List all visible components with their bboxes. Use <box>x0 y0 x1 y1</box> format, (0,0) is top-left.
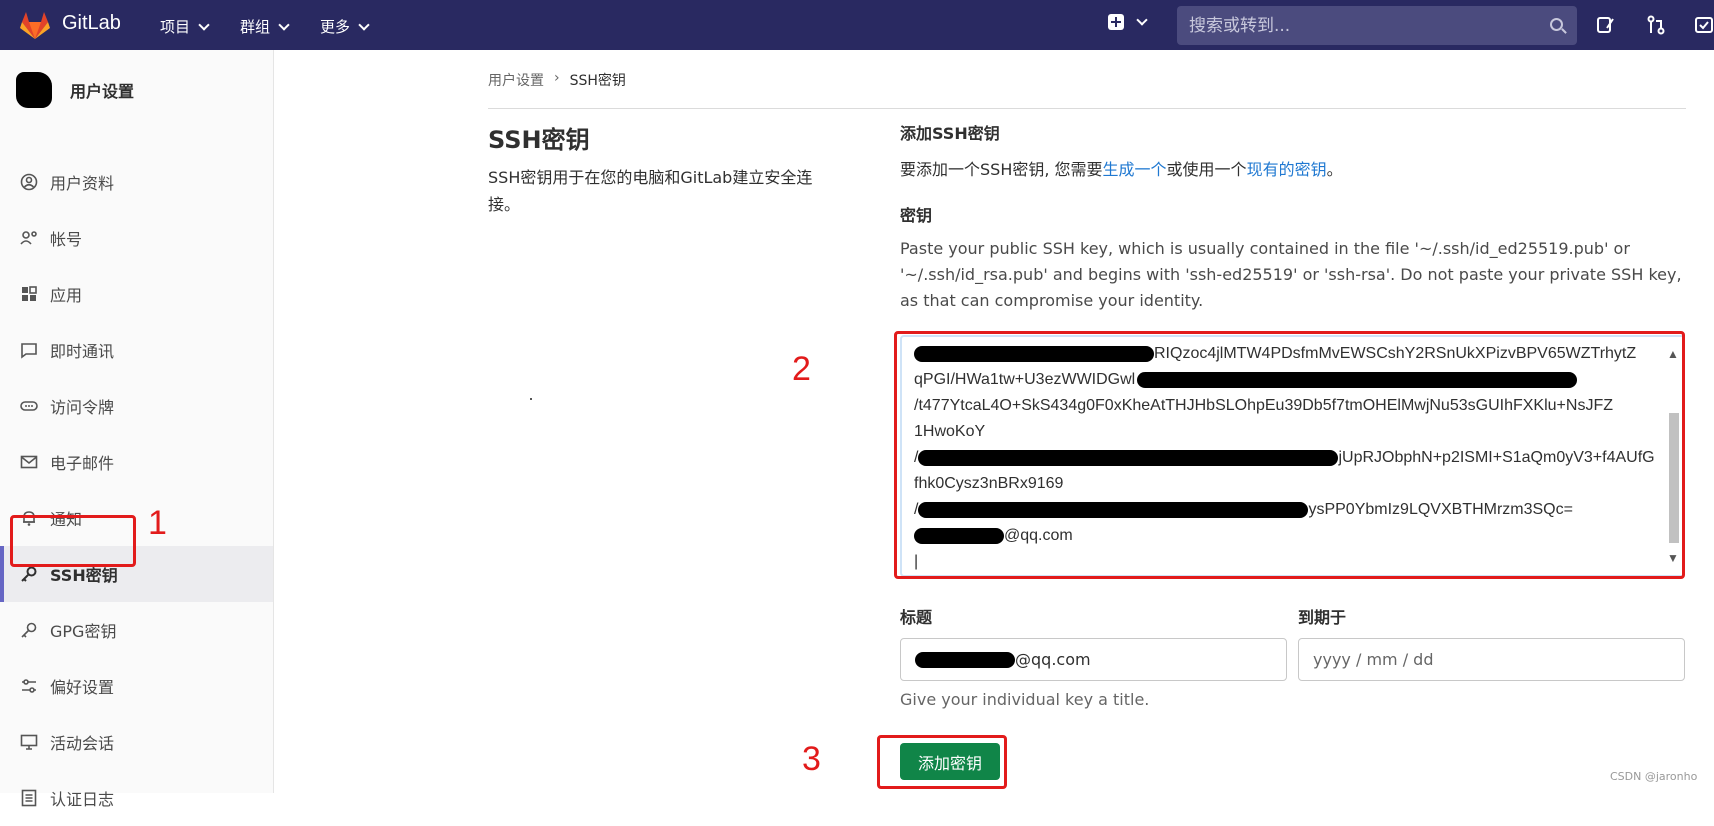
email-icon <box>20 455 38 469</box>
issues-icon[interactable] <box>1596 15 1616 35</box>
sidebar-item-emails[interactable]: 电子邮件 <box>0 434 273 490</box>
settings-sidebar: 用户设置 用户资料 帐号 应用 即时通讯 访问令牌 电子邮件 通知 SSH密钥 … <box>0 50 274 809</box>
chat-icon <box>21 343 37 359</box>
menu-more-label: 更多 <box>320 18 351 36</box>
sidebar-header[interactable]: 用户设置 <box>16 72 134 108</box>
sessions-icon <box>20 734 38 750</box>
chevron-down-icon <box>278 18 290 31</box>
menu-projects-label: 项目 <box>160 18 191 36</box>
annotation-box-1 <box>10 515 136 567</box>
sidebar-title: 用户设置 <box>70 82 135 101</box>
plus-icon <box>1108 14 1124 30</box>
expires-label: 到期于 <box>1298 608 1347 627</box>
annotation-box-3 <box>877 735 1007 789</box>
brand-name[interactable]: GitLab <box>62 12 121 35</box>
key-icon <box>21 566 37 582</box>
key-icon <box>21 622 37 638</box>
page-title: SSH密钥 <box>488 126 590 154</box>
title-field[interactable]: @qq.com <box>900 638 1287 681</box>
applications-icon <box>22 286 37 301</box>
add-key-desc-suffix: 。 <box>1326 160 1343 179</box>
sidebar-item-label: 访问令牌 <box>50 398 115 417</box>
sidebar-item-label: GPG密钥 <box>50 622 117 641</box>
search-icon[interactable] <box>1550 18 1563 31</box>
divider <box>488 108 1686 109</box>
breadcrumb-separator-icon: › <box>554 70 560 86</box>
search-box[interactable] <box>1177 6 1577 45</box>
annotation-number-2: 2 <box>792 350 811 388</box>
sidebar-item-label: 活动会话 <box>50 734 115 753</box>
sidebar-item-active-sessions[interactable]: 活动会话 <box>0 714 273 770</box>
search-input[interactable] <box>1189 15 1529 36</box>
generate-key-link[interactable]: 生成一个 <box>1103 160 1167 179</box>
annotation-number-3: 3 <box>802 740 821 778</box>
title-label: 标题 <box>900 608 933 627</box>
log-icon <box>21 789 37 807</box>
add-key-desc-prefix: 要添加一个SSH密钥, 您需要 <box>900 160 1103 179</box>
redacted-block <box>915 651 1015 668</box>
sidebar-item-label: 应用 <box>50 286 83 305</box>
sidebar-item-access-tokens[interactable]: 访问令牌 <box>0 378 273 434</box>
sidebar-item-account[interactable]: 帐号 <box>0 210 273 266</box>
page-description: SSH密钥用于在您的电脑和GitLab建立安全连接。 <box>488 168 813 214</box>
token-icon <box>20 401 38 411</box>
key-help-text: Paste your public SSH key, which is usua… <box>900 239 1682 310</box>
avatar <box>16 72 52 108</box>
sidebar-item-applications[interactable]: 应用 <box>0 266 273 322</box>
annotation-number-1: 1 <box>148 504 167 542</box>
sidebar-item-label: 即时通讯 <box>50 342 115 361</box>
sidebar-item-auth-log[interactable]: 认证日志 <box>0 770 273 826</box>
preferences-icon <box>22 679 36 693</box>
menu-groups-label: 群组 <box>240 18 271 36</box>
menu-more[interactable]: 更多 <box>320 16 370 37</box>
sidebar-item-label: 偏好设置 <box>50 678 115 697</box>
sidebar-item-gpg-keys[interactable]: GPG密钥 <box>0 602 273 658</box>
add-key-desc-mid: 或使用一个 <box>1166 160 1247 179</box>
breadcrumb-current[interactable]: SSH密钥 <box>570 70 626 90</box>
account-icon <box>20 231 37 245</box>
menu-projects[interactable]: 项目 <box>160 16 210 37</box>
sidebar-item-label: 用户资料 <box>50 174 115 193</box>
new-dropdown-button[interactable] <box>1108 14 1148 30</box>
key-label: 密钥 <box>900 206 933 225</box>
expires-date-field[interactable]: yyyy / mm / dd <box>1298 638 1685 681</box>
breadcrumb: 用户设置 › SSH密钥 <box>488 70 626 90</box>
sidebar-item-label: 认证日志 <box>50 790 115 809</box>
title-help-text: Give your individual key a title. <box>900 690 1150 709</box>
add-key-description: 要添加一个SSH密钥, 您需要生成一个或使用一个现有的密钥。 <box>900 156 1343 180</box>
sidebar-item-label: 电子邮件 <box>50 454 115 473</box>
top-navbar: GitLab 项目 群组 更多 <box>0 0 1714 50</box>
sidebar-item-label: 帐号 <box>50 230 83 249</box>
sidebar-item-chat[interactable]: 即时通讯 <box>0 322 273 378</box>
stray-dot <box>530 398 532 400</box>
sidebar-item-profile[interactable]: 用户资料 <box>0 154 273 210</box>
annotation-box-2 <box>894 331 1685 579</box>
todos-icon[interactable] <box>1694 15 1714 35</box>
gitlab-logo-icon[interactable] <box>18 10 52 40</box>
title-value: @qq.com <box>1015 650 1091 669</box>
profile-icon <box>20 173 38 191</box>
add-key-title: 添加SSH密钥 <box>900 124 1000 143</box>
sidebar-item-preferences[interactable]: 偏好设置 <box>0 658 273 714</box>
chevron-down-icon <box>1136 14 1148 26</box>
watermark: CSDN @jaronho <box>1610 770 1698 783</box>
merge-requests-icon[interactable] <box>1646 15 1666 35</box>
chevron-down-icon <box>198 18 210 31</box>
existing-key-link[interactable]: 现有的密钥 <box>1247 160 1327 179</box>
expires-placeholder: yyyy / mm / dd <box>1313 650 1434 669</box>
chevron-down-icon <box>358 18 370 31</box>
breadcrumb-parent[interactable]: 用户设置 <box>488 70 544 90</box>
menu-groups[interactable]: 群组 <box>240 16 290 37</box>
